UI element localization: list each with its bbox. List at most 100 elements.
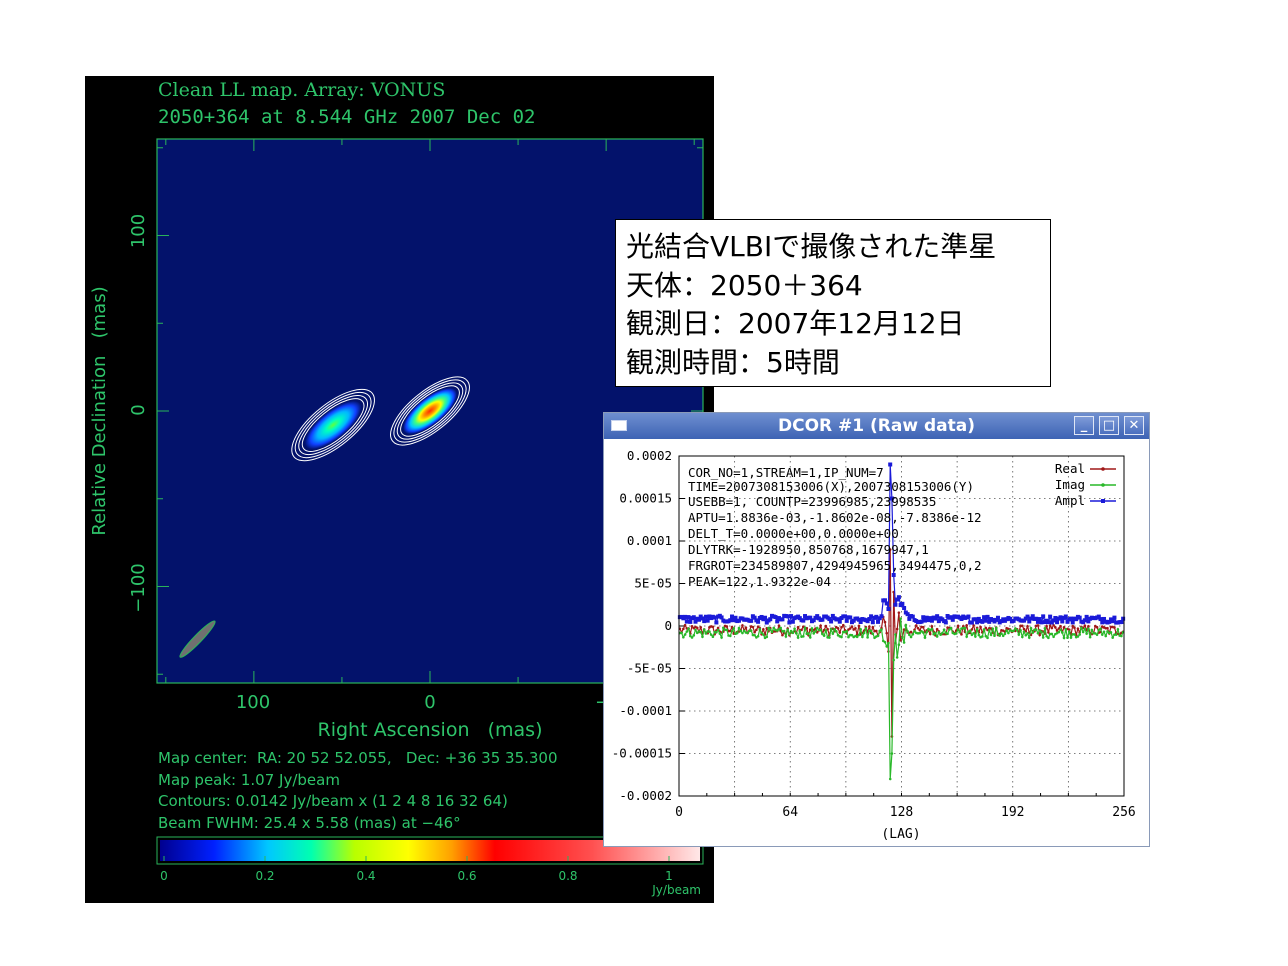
real-point-197 xyxy=(1021,624,1024,628)
real-point-240 xyxy=(1095,625,1099,629)
imag-point-125 xyxy=(895,656,899,659)
imag-point-105 xyxy=(861,635,864,639)
imag-point-220 xyxy=(1060,631,1064,634)
imag-point-215 xyxy=(1052,635,1055,639)
ampl-point-121 xyxy=(888,462,893,467)
ampl-point-230 xyxy=(1077,615,1082,620)
ampl-point-166 xyxy=(966,614,971,619)
close-button[interactable]: ✕ xyxy=(1124,416,1144,435)
real-point-103 xyxy=(857,624,861,628)
imag-point-177 xyxy=(986,636,989,640)
ampl-point-120 xyxy=(886,607,891,611)
contours-line: Contours: 0.0142 Jy/beam x (1 2 4 8 16 3… xyxy=(158,792,508,810)
real-point-198 xyxy=(1022,627,1026,631)
imag-point-188 xyxy=(1005,629,1008,632)
ampl-point-171 xyxy=(975,620,980,625)
imag-point-205 xyxy=(1034,628,1038,631)
imag-point-185 xyxy=(1000,632,1003,635)
ampl-point-123 xyxy=(891,573,896,577)
imag-point-198 xyxy=(1022,630,1026,634)
dcor-xtick-label-3: 192 xyxy=(1001,805,1024,820)
real-point-91 xyxy=(836,627,840,630)
real-point-145 xyxy=(930,625,934,628)
ampl-point-249 xyxy=(1110,619,1115,624)
imag-point-66 xyxy=(793,627,796,630)
minimize-button[interactable]: _ xyxy=(1074,416,1094,435)
imag-point-175 xyxy=(982,628,986,631)
imag-point-46 xyxy=(758,627,762,631)
imag-point-79 xyxy=(815,626,819,630)
imag-point-123 xyxy=(892,658,895,662)
legend-imag-label: Imag xyxy=(1055,477,1085,492)
imag-point-12 xyxy=(699,630,703,634)
ampl-point-65 xyxy=(790,619,795,624)
map-x-axis-label: Right Ascension (mas) xyxy=(318,719,543,741)
real-point-160 xyxy=(956,624,960,628)
real-point-125 xyxy=(895,627,899,631)
imag-point-200 xyxy=(1026,632,1029,635)
real-point-42 xyxy=(751,625,755,629)
ampl-point-139 xyxy=(919,619,924,624)
ampl-point-226 xyxy=(1070,620,1075,625)
real-point-113 xyxy=(874,629,878,633)
imag-point-148 xyxy=(935,635,939,638)
imag-point-68 xyxy=(796,636,800,639)
imag-point-62 xyxy=(786,628,789,632)
imag-point-76 xyxy=(810,627,814,630)
imag-point-18 xyxy=(709,633,713,636)
imag-point-197 xyxy=(1021,635,1024,639)
window-titlebar[interactable]: DCOR #1 (Raw data) _ □ ✕ xyxy=(604,413,1149,439)
real-point-214 xyxy=(1050,626,1054,630)
imag-point-116 xyxy=(880,628,883,631)
imag-point-224 xyxy=(1067,630,1071,634)
ampl-point-183 xyxy=(995,615,1000,620)
real-point-3 xyxy=(683,623,687,627)
maximize-button[interactable]: □ xyxy=(1099,416,1119,435)
imag-point-9 xyxy=(694,628,697,632)
imag-point-210 xyxy=(1043,627,1047,630)
map-title: Clean LL map. Array: VONUS xyxy=(158,79,445,101)
legend-ampl-label: Ampl xyxy=(1055,493,1085,508)
ampl-point-234 xyxy=(1084,614,1089,619)
real-point-38 xyxy=(744,626,748,629)
imag-point-251 xyxy=(1114,633,1118,637)
imag-point-4 xyxy=(685,630,689,633)
ampl-point-63 xyxy=(787,620,792,625)
real-point-81 xyxy=(819,624,822,627)
imag-point-219 xyxy=(1059,628,1062,632)
imag-point-237 xyxy=(1090,628,1094,632)
real-point-213 xyxy=(1048,624,1052,627)
imag-point-29 xyxy=(728,634,732,638)
real-point-140 xyxy=(921,625,925,629)
imag-point-129 xyxy=(902,641,906,644)
legend-real-marker xyxy=(1101,467,1105,471)
imag-point-161 xyxy=(958,630,962,634)
imag-point-75 xyxy=(808,636,812,639)
imag-point-118 xyxy=(883,640,887,644)
imag-point-50 xyxy=(765,635,769,639)
ampl-point-8 xyxy=(691,615,696,620)
real-point-99 xyxy=(850,625,854,628)
map-subtitle: 2050+364 at 8.544 GHz 2007 Dec 02 xyxy=(158,106,536,128)
real-point-118 xyxy=(883,620,887,624)
imag-point-69 xyxy=(798,629,802,633)
real-point-211 xyxy=(1045,624,1048,628)
real-point-27 xyxy=(725,625,729,628)
ampl-point-64 xyxy=(789,614,794,619)
imag-point-3 xyxy=(683,633,687,636)
imag-point-30 xyxy=(730,629,734,633)
imag-point-97 xyxy=(847,635,850,639)
imag-point-243 xyxy=(1100,633,1104,637)
imag-point-195 xyxy=(1017,633,1021,636)
dcor-ytick-label-1: 0.00015 xyxy=(619,491,672,506)
imag-point-121 xyxy=(888,777,892,781)
ampl-point-15 xyxy=(703,614,708,619)
param-peak: PEAK=122,1.9322e-04 xyxy=(688,574,831,589)
ampl-point-128 xyxy=(900,601,905,606)
real-point-219 xyxy=(1059,624,1062,628)
imag-point-103 xyxy=(857,633,861,637)
imag-point-174 xyxy=(981,635,984,638)
dcor-xtick-label-4: 256 xyxy=(1112,805,1135,820)
imag-point-65 xyxy=(791,631,795,635)
ampl-point-217 xyxy=(1055,620,1060,625)
